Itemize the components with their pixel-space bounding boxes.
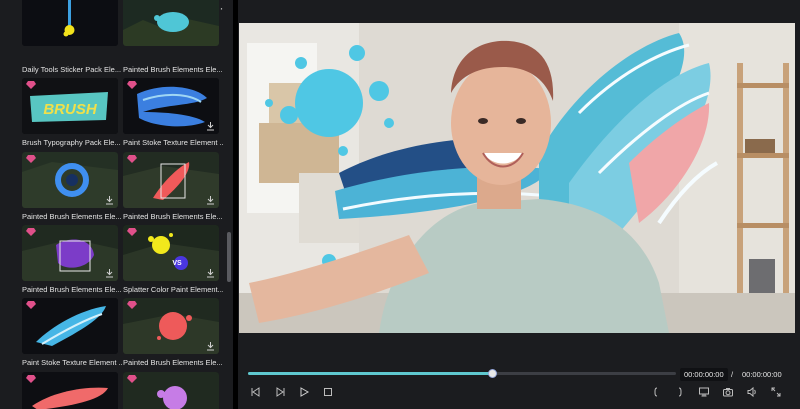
display-icon <box>699 387 709 397</box>
play-icon <box>300 387 310 397</box>
download-icon[interactable] <box>206 195 215 205</box>
vs-thumb-text: VS <box>172 260 182 267</box>
item-thumbnail: BRUSH <box>22 78 118 134</box>
preview-player: 00:00:00:00 / 00:00:00:00 <box>238 0 800 409</box>
element-grid: Daily Tools Sticker Pack Ele... Painted … <box>0 0 233 409</box>
timecode-separator: / <box>731 370 734 379</box>
download-icon[interactable] <box>206 341 215 351</box>
item-thumbnail <box>123 78 219 134</box>
premium-gem-icon <box>127 155 137 163</box>
premium-gem-icon <box>26 228 36 236</box>
premium-gem-icon <box>26 375 36 383</box>
item-thumbnail <box>22 298 118 354</box>
item-thumbnail <box>22 152 118 208</box>
video-preview[interactable] <box>239 23 795 333</box>
item-thumbnail <box>123 298 219 354</box>
item-label: Painted Brush Elements Ele... <box>123 65 223 74</box>
item-thumbnail <box>123 152 219 208</box>
mark-in-button[interactable] <box>650 386 662 398</box>
item-label: Paint Stoke Texture Element ... <box>123 138 223 147</box>
premium-gem-icon <box>127 228 137 236</box>
download-icon[interactable] <box>105 268 114 278</box>
item-label: Brush Typography Pack Ele... <box>22 138 121 147</box>
download-icon[interactable] <box>206 121 215 131</box>
prev-frame-icon <box>251 387 260 397</box>
item-label: Painted Brush Elements Ele... <box>123 358 223 367</box>
item-thumbnail <box>123 0 219 46</box>
premium-gem-icon <box>26 301 36 309</box>
item-label: Paint Stoke Texture Element ... <box>22 358 122 367</box>
item-thumbnail <box>22 225 118 281</box>
snapshot-button[interactable] <box>722 386 734 398</box>
item-thumbnail <box>22 0 118 46</box>
download-icon[interactable] <box>206 268 215 278</box>
item-thumbnail <box>22 372 118 409</box>
item-label: Painted Brush Elements Ele... <box>22 285 122 294</box>
volume-icon <box>747 386 756 398</box>
fullscreen-icon <box>771 387 781 397</box>
play-step-icon <box>276 387 285 397</box>
display-settings-button[interactable] <box>698 386 710 398</box>
item-label: Painted Brush Elements Ele... <box>22 212 122 221</box>
timeline-playhead[interactable] <box>487 369 497 378</box>
playback-controls: 00:00:00:00 / 00:00:00:00 <box>238 362 800 409</box>
stop-icon <box>324 388 332 396</box>
fullscreen-button[interactable] <box>770 386 782 398</box>
download-icon[interactable] <box>105 195 114 205</box>
mark-out-button[interactable] <box>674 386 686 398</box>
item-label: Daily Tools Sticker Pack Ele... <box>22 65 122 74</box>
timeline-progress <box>248 372 492 375</box>
brush-thumb-text: BRUSH <box>43 101 98 118</box>
current-timecode: 00:00:00:00 <box>680 368 728 381</box>
stop-button[interactable] <box>322 386 334 398</box>
item-label: Splatter Color Paint Element... <box>123 285 223 294</box>
premium-gem-icon <box>26 155 36 163</box>
item-thumbnail <box>123 372 219 409</box>
item-thumbnail: VS <box>123 225 219 281</box>
play-button[interactable] <box>298 386 310 398</box>
mark-in-icon <box>654 387 658 397</box>
media-library-panel: ··· Daily Tools Sticker Pack Ele... <box>0 0 233 409</box>
library-scrollbar[interactable] <box>227 232 231 282</box>
premium-gem-icon <box>127 81 137 89</box>
prev-frame-button[interactable] <box>250 386 262 398</box>
item-label: Painted Brush Elements Ele... <box>123 212 223 221</box>
total-timecode: 00:00:00:00 <box>742 370 782 379</box>
premium-gem-icon <box>127 375 137 383</box>
timeline-track[interactable] <box>248 372 676 375</box>
volume-button[interactable] <box>746 386 758 398</box>
premium-gem-icon <box>127 301 137 309</box>
premium-gem-icon <box>26 81 36 89</box>
snapshot-icon <box>723 388 733 397</box>
play-step-button[interactable] <box>274 386 286 398</box>
mark-out-icon <box>678 387 682 397</box>
